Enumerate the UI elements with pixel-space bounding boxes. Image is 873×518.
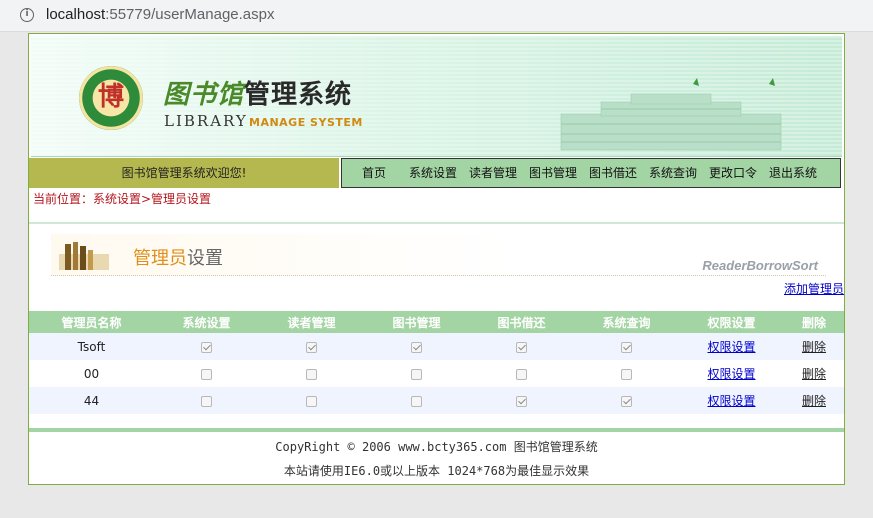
add-admin-link[interactable]: 添加管理员 bbox=[784, 280, 844, 297]
delete-cell: 删除 bbox=[784, 360, 844, 387]
seal-char: 博 bbox=[97, 82, 124, 112]
permission-cell bbox=[364, 387, 469, 414]
permission-settings-link[interactable]: 权限设置 bbox=[707, 394, 755, 408]
section-title-a: 管理员 bbox=[133, 248, 187, 269]
permission-checkbox[interactable] bbox=[621, 395, 632, 407]
books-icon bbox=[59, 242, 109, 270]
permission-settings-link[interactable]: 权限设置 bbox=[707, 340, 755, 354]
nav-reader-management[interactable]: 读者管理 bbox=[469, 159, 517, 187]
permission-cell bbox=[259, 387, 364, 414]
section-title-b: 设置 bbox=[187, 248, 223, 269]
permission-cell bbox=[364, 333, 469, 360]
system-title: 图书馆管理系统 bbox=[163, 74, 352, 111]
permission-checkbox[interactable] bbox=[621, 368, 632, 380]
header-permission-settings: 权限设置 bbox=[679, 311, 784, 333]
admin-table: 管理员名称 系统设置 读者管理 图书管理 图书借还 系统查询 权限设置 删除 Tsoft 权限设… bbox=[29, 311, 844, 414]
title-calligraphy: 图书馆 bbox=[163, 80, 245, 110]
delete-link[interactable]: 删除 bbox=[802, 340, 826, 354]
nav-system-settings[interactable]: 系统设置 bbox=[409, 159, 457, 187]
section-title: 管理员设置 bbox=[133, 244, 223, 270]
header-delete: 删除 bbox=[784, 311, 844, 333]
breadcrumb: 当前位置：系统设置>管理员设置 bbox=[33, 192, 212, 206]
nav-home[interactable]: 首页 bbox=[362, 159, 386, 187]
permission-checkbox[interactable] bbox=[306, 341, 317, 353]
delete-link[interactable]: 删除 bbox=[802, 394, 826, 408]
footer-divider bbox=[29, 428, 844, 432]
nav-change-password[interactable]: 更改口令 bbox=[709, 159, 757, 187]
permission-checkbox[interactable] bbox=[516, 341, 527, 353]
permission-cell bbox=[574, 360, 679, 387]
permission-cell bbox=[154, 333, 259, 360]
permission-cell bbox=[259, 333, 364, 360]
header-book-management: 图书管理 bbox=[364, 311, 469, 333]
permission-cell bbox=[469, 333, 574, 360]
table-row: 44 权限设置 删除 bbox=[29, 387, 844, 414]
permission-cell bbox=[259, 360, 364, 387]
permission-cell bbox=[574, 333, 679, 360]
footer-browser-note: 本站请使用IE6.0或以上版本 1024*768为最佳显示效果 bbox=[283, 464, 590, 478]
permission-settings-link[interactable]: 权限设置 bbox=[707, 367, 755, 381]
permission-cell bbox=[154, 387, 259, 414]
permission-checkbox[interactable] bbox=[411, 395, 422, 407]
nav-system-query[interactable]: 系统查询 bbox=[649, 159, 697, 187]
nav-book-management[interactable]: 图书管理 bbox=[529, 159, 577, 187]
permission-checkbox[interactable] bbox=[306, 368, 317, 380]
header-book-borrow: 图书借还 bbox=[469, 311, 574, 333]
permission-cell bbox=[469, 360, 574, 387]
section-title-strip: 管理员设置 ReaderBorrowSort bbox=[51, 234, 826, 276]
delete-cell: 删除 bbox=[784, 333, 844, 360]
title-en-library: LIBRARY bbox=[164, 112, 248, 130]
browser-address-bar: i localhost:55779/userManage.aspx bbox=[0, 0, 873, 32]
permission-cell: 权限设置 bbox=[679, 360, 784, 387]
page-frame: 博 图书馆管理系统 LIBRARY MANAGE SYSTEM 图书馆管理系统欢… bbox=[28, 33, 845, 485]
section-tag: ReaderBorrowSort bbox=[702, 258, 818, 273]
permission-checkbox[interactable] bbox=[516, 395, 527, 407]
title-en-manage: MANAGE SYSTEM bbox=[249, 116, 363, 129]
table-header-row: 管理员名称 系统设置 读者管理 图书管理 图书借还 系统查询 权限设置 删除 bbox=[29, 311, 844, 333]
url-path: :55779/userManage.aspx bbox=[105, 6, 275, 23]
nav-book-borrow-return[interactable]: 图书借还 bbox=[589, 159, 637, 187]
permission-cell bbox=[364, 360, 469, 387]
url-field[interactable]: localhost:55779/userManage.aspx bbox=[46, 6, 275, 23]
permission-cell: 权限设置 bbox=[679, 333, 784, 360]
permission-checkbox[interactable] bbox=[411, 368, 422, 380]
permission-checkbox[interactable] bbox=[201, 368, 212, 380]
top-nav: 首页 系统设置 读者管理 图书管理 图书借还 系统查询 更改口令 退出系统 bbox=[341, 158, 841, 188]
library-seal-logo: 博 bbox=[79, 66, 143, 130]
header-system-settings: 系统设置 bbox=[154, 311, 259, 333]
delete-link[interactable]: 删除 bbox=[802, 367, 826, 381]
title-text: 管理系统 bbox=[244, 80, 353, 110]
delete-cell: 删除 bbox=[784, 387, 844, 414]
library-building-illustration bbox=[560, 78, 782, 151]
permission-cell bbox=[469, 387, 574, 414]
info-icon[interactable]: i bbox=[20, 8, 34, 22]
permission-checkbox[interactable] bbox=[306, 395, 317, 407]
divider bbox=[29, 222, 844, 224]
admin-name: Tsoft bbox=[29, 333, 154, 360]
header-banner: 博 图书馆管理系统 LIBRARY MANAGE SYSTEM bbox=[31, 36, 842, 157]
permission-checkbox[interactable] bbox=[201, 395, 212, 407]
permission-cell: 权限设置 bbox=[679, 387, 784, 414]
table-row: Tsoft 权限设置 删除 bbox=[29, 333, 844, 360]
nav-logout[interactable]: 退出系统 bbox=[769, 159, 817, 187]
permission-cell bbox=[154, 360, 259, 387]
header-system-query: 系统查询 bbox=[574, 311, 679, 333]
permission-checkbox[interactable] bbox=[201, 341, 212, 353]
permission-cell bbox=[574, 387, 679, 414]
header-reader-management: 读者管理 bbox=[259, 311, 364, 333]
header-admin-name: 管理员名称 bbox=[29, 311, 154, 333]
permission-checkbox[interactable] bbox=[516, 368, 527, 380]
table-row: 00 权限设置 删除 bbox=[29, 360, 844, 387]
url-host: localhost bbox=[46, 6, 106, 23]
admin-name: 44 bbox=[29, 387, 154, 414]
permission-checkbox[interactable] bbox=[621, 341, 632, 353]
welcome-bar: 图书馆管理系统欢迎您! bbox=[29, 158, 339, 188]
admin-name: 00 bbox=[29, 360, 154, 387]
permission-checkbox[interactable] bbox=[411, 341, 422, 353]
footer-copyright: CopyRight © 2006 www.bcty365.com 图书馆管理系统 bbox=[275, 440, 598, 454]
